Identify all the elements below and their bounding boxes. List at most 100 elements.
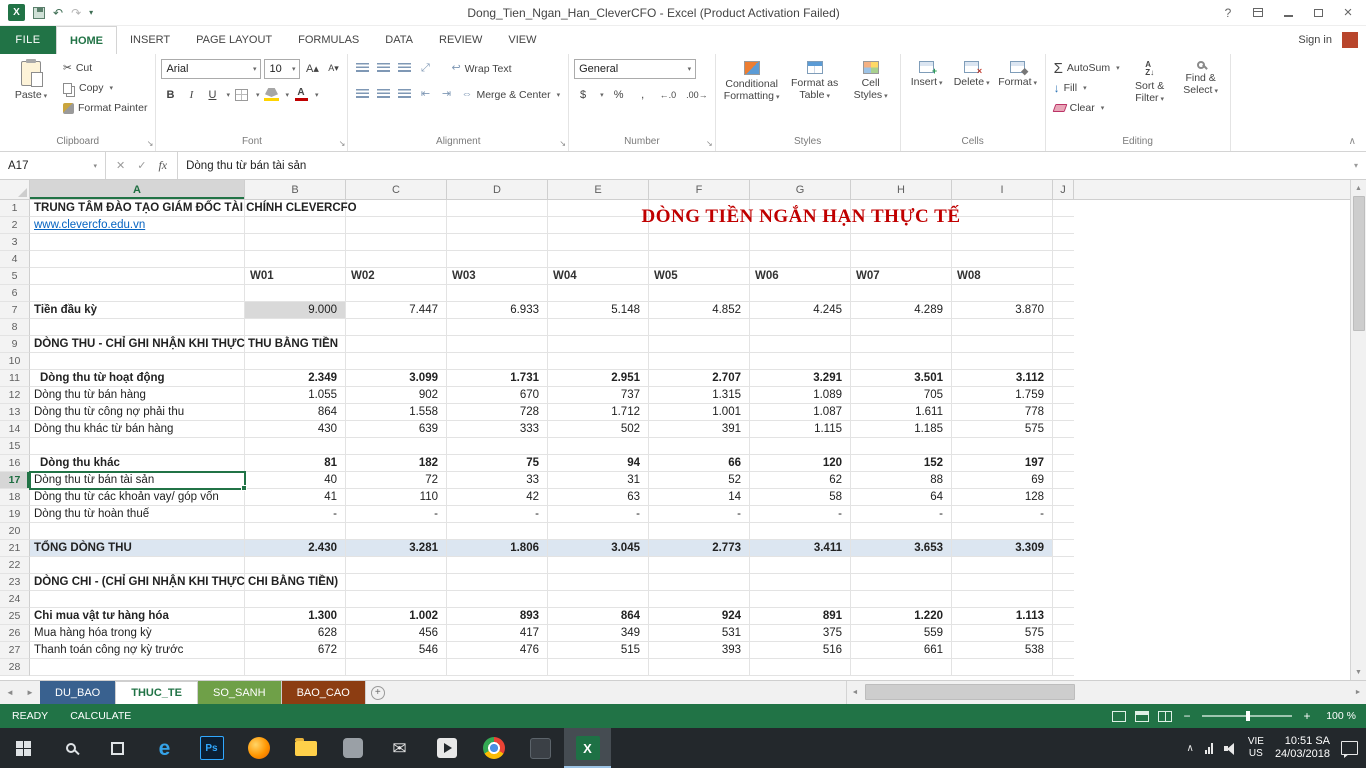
cell-A24[interactable]: [30, 591, 245, 608]
cell-C7[interactable]: 7.447: [346, 302, 447, 319]
cell-E7[interactable]: 5.148: [548, 302, 649, 319]
cell-C14[interactable]: 639: [346, 421, 447, 438]
cell-A19[interactable]: Dòng thu từ hoàn thuế: [30, 506, 245, 523]
row-header-12[interactable]: 12: [0, 387, 30, 404]
bold-button[interactable]: B: [161, 86, 179, 104]
cell-B7[interactable]: 9.000: [245, 302, 346, 319]
cell-E15[interactable]: [548, 438, 649, 455]
cell-B2[interactable]: [245, 217, 346, 234]
cell-J7[interactable]: [1053, 302, 1074, 319]
cell-B27[interactable]: 672: [245, 642, 346, 659]
taskbar-media-icon[interactable]: [423, 728, 470, 768]
row-header-1[interactable]: 1: [0, 200, 30, 217]
cell-I8[interactable]: [952, 319, 1053, 336]
cell-E16[interactable]: 94: [548, 455, 649, 472]
cell-H8[interactable]: [851, 319, 952, 336]
cell-H27[interactable]: 661: [851, 642, 952, 659]
cell-E20[interactable]: [548, 523, 649, 540]
cell-J3[interactable]: [1053, 234, 1074, 251]
cell-F17[interactable]: 52: [649, 472, 750, 489]
row-header-7[interactable]: 7: [0, 302, 30, 319]
cell-D9[interactable]: [447, 336, 548, 353]
cell-D21[interactable]: 1.806: [447, 540, 548, 557]
cell-B17[interactable]: 40: [245, 472, 346, 489]
cell-G26[interactable]: 375: [750, 625, 851, 642]
cell-D4[interactable]: [447, 251, 548, 268]
cell-J11[interactable]: [1053, 370, 1074, 387]
cell-G16[interactable]: 120: [750, 455, 851, 472]
cell-D15[interactable]: [447, 438, 548, 455]
cell-F26[interactable]: 531: [649, 625, 750, 642]
cell-E4[interactable]: [548, 251, 649, 268]
zoom-level[interactable]: 100 %: [1322, 710, 1356, 722]
cell-A16[interactable]: Dòng thu khác: [30, 455, 245, 472]
cell-A20[interactable]: [30, 523, 245, 540]
sort-filter-button[interactable]: AZ↓ Sort & Filter▾: [1126, 57, 1174, 134]
new-sheet-button[interactable]: +: [366, 681, 390, 704]
cell-F13[interactable]: 1.001: [649, 404, 750, 421]
cell-A4[interactable]: [30, 251, 245, 268]
cell-J17[interactable]: [1053, 472, 1074, 489]
cell-D5[interactable]: W03: [447, 268, 548, 285]
page-break-view-icon[interactable]: [1158, 711, 1172, 722]
cell-D14[interactable]: 333: [447, 421, 548, 438]
cell-B5[interactable]: W01: [245, 268, 346, 285]
fill-color-button[interactable]: [262, 86, 280, 104]
cell-D16[interactable]: 75: [447, 455, 548, 472]
align-middle-icon[interactable]: [374, 60, 392, 78]
cell-A2[interactable]: www.clevercfo.edu.vn: [30, 217, 245, 234]
hscroll-right-icon[interactable]: ►: [1350, 689, 1366, 696]
row-header-17[interactable]: 17: [0, 472, 30, 489]
cell-B26[interactable]: 628: [245, 625, 346, 642]
row-header-11[interactable]: 11: [0, 370, 30, 387]
cell-E9[interactable]: [548, 336, 649, 353]
cell-F11[interactable]: 2.707: [649, 370, 750, 387]
cell-C5[interactable]: W02: [346, 268, 447, 285]
cell-E5[interactable]: W04: [548, 268, 649, 285]
cell-H21[interactable]: 3.653: [851, 540, 952, 557]
cell-I3[interactable]: [952, 234, 1053, 251]
cell-E10[interactable]: [548, 353, 649, 370]
row-header-22[interactable]: 22: [0, 557, 30, 574]
cell-H24[interactable]: [851, 591, 952, 608]
cell-J6[interactable]: [1053, 285, 1074, 302]
cell-A7[interactable]: Tiền đầu kỳ: [30, 302, 245, 319]
borders-button[interactable]: [233, 86, 251, 104]
cell-J18[interactable]: [1053, 489, 1074, 506]
cell-F22[interactable]: [649, 557, 750, 574]
cell-G18[interactable]: 58: [750, 489, 851, 506]
cell-B24[interactable]: [245, 591, 346, 608]
column-header-A[interactable]: A: [30, 180, 245, 199]
cell-J10[interactable]: [1053, 353, 1074, 370]
cell-F10[interactable]: [649, 353, 750, 370]
cell-C24[interactable]: [346, 591, 447, 608]
alignment-dialog-launcher[interactable]: ↘: [559, 140, 566, 148]
cell-E18[interactable]: 63: [548, 489, 649, 506]
align-bottom-icon[interactable]: [395, 60, 413, 78]
column-header-G[interactable]: G: [750, 180, 851, 199]
cell-H13[interactable]: 1.611: [851, 404, 952, 421]
undo-icon[interactable]: ↶: [53, 7, 63, 19]
cell-G12[interactable]: 1.089: [750, 387, 851, 404]
row-header-9[interactable]: 9: [0, 336, 30, 353]
taskbar-app2-icon[interactable]: [517, 728, 564, 768]
cell-H7[interactable]: 4.289: [851, 302, 952, 319]
sheet-tab-so_sanh[interactable]: SO_SANH: [198, 681, 282, 704]
decrease-font-icon[interactable]: A▾: [324, 60, 342, 78]
cell-H9[interactable]: [851, 336, 952, 353]
column-header-D[interactable]: D: [447, 180, 548, 199]
cell-I6[interactable]: [952, 285, 1053, 302]
cell-H14[interactable]: 1.185: [851, 421, 952, 438]
restore-button[interactable]: [1304, 3, 1332, 23]
cell-D24[interactable]: [447, 591, 548, 608]
cell-J5[interactable]: [1053, 268, 1074, 285]
cell-D17[interactable]: 33: [447, 472, 548, 489]
cell-J4[interactable]: [1053, 251, 1074, 268]
align-right-icon[interactable]: [395, 86, 413, 104]
cell-E22[interactable]: [548, 557, 649, 574]
taskbar-excel-icon[interactable]: X: [564, 728, 611, 768]
cell-B21[interactable]: 2.430: [245, 540, 346, 557]
cell-D19[interactable]: -: [447, 506, 548, 523]
cell-F14[interactable]: 391: [649, 421, 750, 438]
cell-B22[interactable]: [245, 557, 346, 574]
